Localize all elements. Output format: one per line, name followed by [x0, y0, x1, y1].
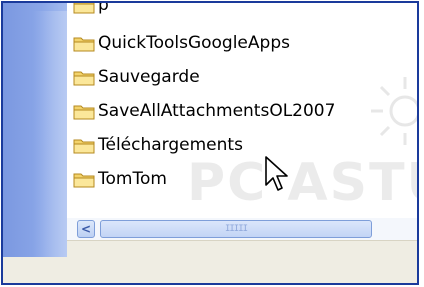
folder-label: p	[98, 3, 109, 15]
watermark-sun-icon	[371, 77, 417, 145]
folder-item-tomtom[interactable]: TomTom	[73, 167, 167, 191]
folder-item-telechargements[interactable]: Téléchargements	[73, 133, 243, 157]
horizontal-scrollbar[interactable]: < IIIII	[67, 218, 417, 240]
folder-icon	[73, 173, 95, 187]
explorer-window: PC ASTUC p QuickToolsGoogleApps Sauvegar…	[1, 1, 419, 285]
left-pane-bottom	[3, 257, 67, 283]
scroll-left-button[interactable]: <	[77, 220, 95, 238]
status-bar	[67, 240, 417, 283]
watermark-text: PC ASTUC	[187, 153, 417, 213]
folder-icon	[73, 3, 95, 13]
folder-label: Téléchargements	[98, 135, 243, 155]
folder-icon	[73, 139, 95, 153]
scroll-thumb[interactable]: IIIII	[100, 220, 372, 238]
folder-label: SaveAllAttachmentsOL2007	[98, 101, 336, 121]
folder-label: TomTom	[98, 169, 167, 189]
folder-item-saveallattachments[interactable]: SaveAllAttachmentsOL2007	[73, 99, 335, 123]
folder-list: PC ASTUC p QuickToolsGoogleApps Sauvegar…	[67, 3, 417, 218]
mouse-cursor-icon	[265, 156, 288, 191]
grip-icon: IIIII	[224, 224, 248, 234]
left-pane-gradient	[33, 11, 67, 257]
folder-label: Sauvegarde	[98, 67, 200, 87]
left-task-pane	[3, 3, 67, 257]
folder-item-quicktools[interactable]: QuickToolsGoogleApps	[73, 31, 290, 55]
folder-item-partial[interactable]: p	[73, 3, 109, 17]
folder-label: QuickToolsGoogleApps	[98, 33, 290, 53]
folder-icon	[73, 37, 95, 51]
arrow-left-icon: <	[80, 222, 92, 236]
folder-icon	[73, 71, 95, 85]
folder-item-sauvegarde[interactable]: Sauvegarde	[73, 65, 200, 89]
folder-icon	[73, 105, 95, 119]
